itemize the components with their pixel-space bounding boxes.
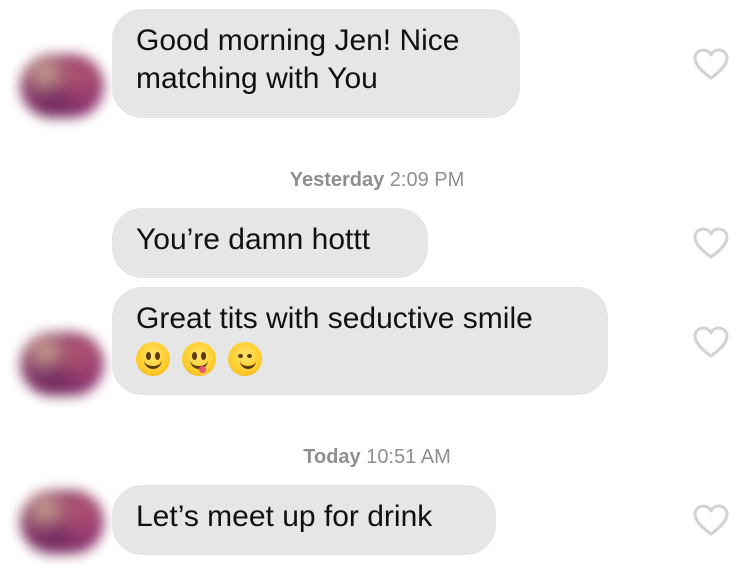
heart-icon[interactable]: [692, 47, 730, 81]
smirking-face-icon: [228, 342, 262, 376]
timestamp-divider: Yesterday 2:09 PM: [0, 169, 754, 192]
sender-avatar[interactable]: [20, 490, 104, 554]
message-text: Good morning Jen! Nice: [136, 24, 460, 57]
heart-icon[interactable]: [692, 325, 730, 359]
timestamp-day: Today: [303, 446, 361, 468]
timestamp-time: 2:09 PM: [389, 169, 465, 191]
sender-avatar[interactable]: [20, 332, 104, 396]
message-text: Let’s meet up for drink: [136, 500, 433, 533]
face-savoring-food-icon: [182, 342, 216, 376]
timestamp-divider: Today 10:51 AM: [0, 446, 754, 469]
timestamp-time: 10:51 AM: [366, 446, 451, 468]
message-bubble[interactable]: Let’s meet up for drink: [112, 485, 496, 555]
sender-avatar[interactable]: [20, 54, 104, 118]
message-text: matching with You: [136, 62, 378, 95]
heart-icon[interactable]: [692, 226, 730, 260]
timestamp-day: Yesterday: [289, 169, 385, 191]
heart-icon[interactable]: [692, 503, 730, 537]
message-bubble[interactable]: Great tits with seductive smile: [112, 287, 608, 395]
grinning-face-icon: [136, 342, 170, 376]
message-text: Great tits with seductive smile: [136, 302, 533, 335]
emoji-row: [136, 342, 582, 376]
message-bubble[interactable]: Good morning Jen! Nice matching with You: [112, 9, 520, 118]
message-bubble[interactable]: You’re damn hottt: [112, 208, 428, 278]
message-text: You’re damn hottt: [136, 223, 371, 256]
